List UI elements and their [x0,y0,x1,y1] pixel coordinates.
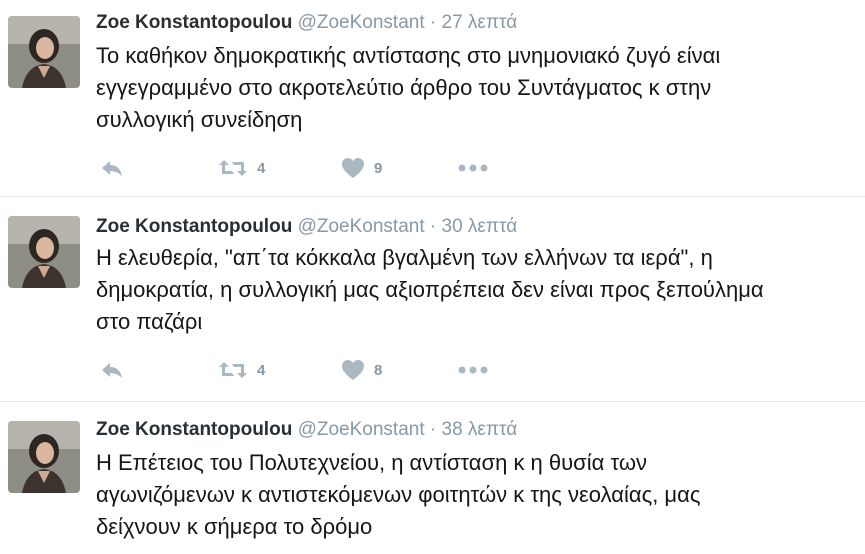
retweet-icon [219,160,247,176]
retweet-button[interactable]: 4 [218,358,265,382]
tweet-text-line: Το καθήκον δημοκρατικής αντίστασης στο μ… [96,43,721,68]
separator: · [429,216,437,237]
like-button[interactable]: 8 [341,358,382,382]
tweet-text-line: συλλογική συνείδηση [96,107,303,132]
author-handle[interactable]: @ZoeKonstant [298,12,425,33]
tweet-header: Zoe Konstantopoulou @ZoeKonstant · 38 λε… [96,419,517,441]
tweet-header: Zoe Konstantopoulou @ZoeKonstant · 27 λε… [96,12,517,34]
more-button[interactable] [458,358,488,382]
more-icon [458,366,488,374]
like-button[interactable]: 9 [341,156,382,180]
tweet[interactable]: Zoe Konstantopoulou @ZoeKonstant · 30 λε… [0,196,865,401]
tweet-text: Το καθήκον δημοκρατικής αντίστασης στο μ… [96,40,856,136]
tweet-text-line: δημοκρατία, η συλλογική μας αξιοπρέπεια … [96,277,764,302]
retweet-icon [219,362,247,378]
timestamp[interactable]: 30 λεπτά [442,216,518,237]
author-name[interactable]: Zoe Konstantopoulou [96,12,292,33]
reply-icon [102,161,122,176]
timestamp[interactable]: 38 λεπτά [442,419,518,440]
separator: · [429,419,437,440]
tweet-text: Η ελευθερία, "απ΄τα κόκκαλα βγαλμένη των… [96,242,856,338]
retweet-button[interactable]: 4 [218,156,265,180]
author-handle[interactable]: @ZoeKonstant [298,419,425,440]
tweet[interactable]: Zoe Konstantopoulou @ZoeKonstant · 27 λε… [0,0,865,196]
tweet-text-line: Η Επέτειος του Πολυτεχνείου, η αντίσταση… [96,450,648,475]
retweet-count: 4 [257,361,266,379]
like-count: 8 [374,361,383,379]
tweet-text-line: στο παζάρι [96,309,203,334]
retweet-count: 4 [257,159,266,177]
more-icon [458,164,488,172]
tweet-text-line: δείχνουν κ σήμερα το δρόμο [96,514,373,539]
heart-icon [342,360,364,380]
avatar[interactable] [8,16,80,88]
avatar[interactable] [8,421,80,493]
heart-icon [342,158,364,178]
author-handle[interactable]: @ZoeKonstant [298,216,425,237]
reply-button[interactable] [100,156,124,180]
avatar[interactable] [8,216,80,288]
separator: · [429,12,437,33]
tweet-text: Η Επέτειος του Πολυτεχνείου, η αντίσταση… [96,447,856,543]
author-name[interactable]: Zoe Konstantopoulou [96,419,292,440]
tweet-text-line: Η ελευθερία, "απ΄τα κόκκαλα βγαλμένη των… [96,245,713,270]
author-name[interactable]: Zoe Konstantopoulou [96,216,292,237]
more-button[interactable] [458,156,488,180]
tweet-header: Zoe Konstantopoulou @ZoeKonstant · 30 λε… [96,216,517,238]
tweet-text-line: εγγεγραμμένο στο ακροτελεύτιο άρθρο του … [96,75,712,100]
tweet-text-line: αγωνιζόμενων κ αντιστεκόμενων φοιτητών κ… [96,482,701,507]
reply-button[interactable] [100,358,124,382]
tweet[interactable]: Zoe Konstantopoulou @ZoeKonstant · 38 λε… [0,401,865,554]
like-count: 9 [374,159,383,177]
reply-icon [102,363,122,378]
timestamp[interactable]: 27 λεπτά [442,12,518,33]
